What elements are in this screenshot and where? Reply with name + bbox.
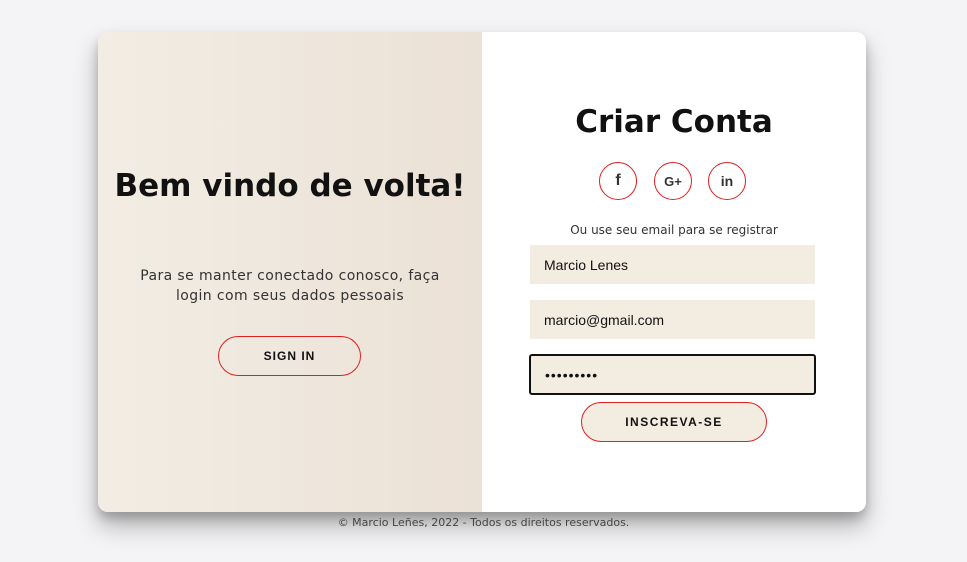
signup-button[interactable]: INSCREVA-SE bbox=[581, 402, 767, 442]
signup-panel: Criar Conta f G+ in Ou use seu email par… bbox=[482, 32, 866, 512]
welcome-text: Para se manter conectado conosco, faça l… bbox=[140, 268, 440, 304]
welcome-panel: Bem vindo de volta! Para se manter conec… bbox=[98, 32, 482, 512]
social-buttons: f G+ in bbox=[482, 162, 866, 202]
name-field[interactable] bbox=[530, 245, 815, 284]
email-field[interactable] bbox=[530, 300, 815, 339]
linkedin-icon[interactable]: in bbox=[708, 162, 746, 200]
auth-card: Bem vindo de volta! Para se manter conec… bbox=[98, 32, 866, 512]
password-field[interactable] bbox=[529, 354, 816, 395]
google-plus-icon[interactable]: G+ bbox=[654, 162, 692, 200]
register-hint: Ou use seu email para se registrar bbox=[570, 223, 778, 237]
footer-copyright: © Marcio Leñes, 2022 - Todos os direitos… bbox=[337, 516, 630, 529]
facebook-icon[interactable]: f bbox=[599, 162, 637, 200]
welcome-title: Bem vindo de volta! bbox=[114, 168, 466, 204]
signup-title: Criar Conta bbox=[575, 104, 773, 140]
sign-in-button[interactable]: SIGN IN bbox=[218, 336, 361, 376]
